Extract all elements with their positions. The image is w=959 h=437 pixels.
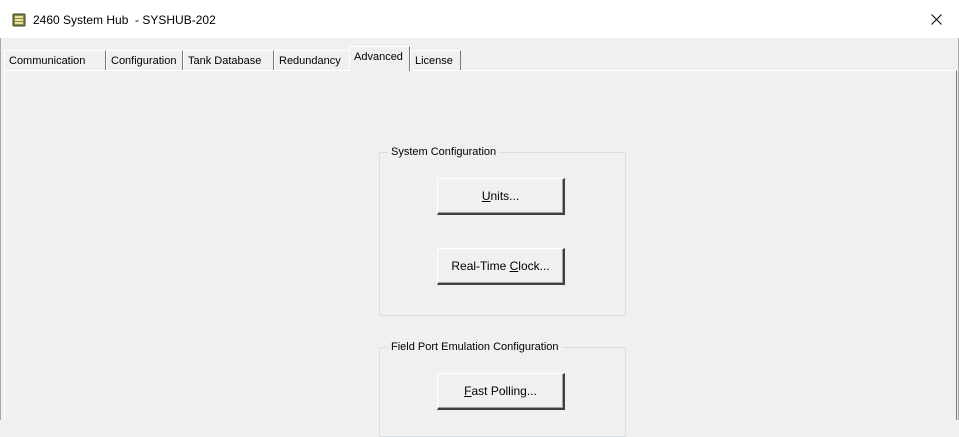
- app-database-icon: [12, 13, 26, 27]
- tab-tank-database[interactable]: Tank Database: [183, 50, 274, 70]
- label-prefix: Real-Time: [451, 259, 510, 273]
- tab-label: Redundancy: [279, 55, 341, 67]
- tab-license[interactable]: License: [410, 50, 461, 70]
- group-title: System Configuration: [388, 145, 500, 159]
- tab-communication[interactable]: Communication: [4, 50, 106, 70]
- group-field-port-emulation: Field Port Emulation Configuration Fast …: [379, 340, 626, 437]
- group-system-configuration: System Configuration Units... Real-Time …: [379, 145, 626, 316]
- close-icon: [930, 13, 942, 25]
- tab-advanced[interactable]: Advanced: [349, 46, 410, 71]
- tab-label: Communication: [9, 55, 86, 67]
- tab-strip: Communication Configuration Tank Databas…: [4, 46, 954, 71]
- tab-panel-advanced: System Configuration Units... Real-Time …: [4, 70, 957, 437]
- close-button[interactable]: [913, 0, 959, 38]
- window-title: 2460 System Hub - SYSHUB-202: [33, 13, 216, 27]
- tab-redundancy[interactable]: Redundancy: [274, 50, 350, 70]
- button-label: Fast Polling...: [464, 384, 537, 398]
- mnemonic: C: [509, 259, 519, 273]
- tab-label: License: [415, 55, 453, 67]
- fast-polling-button[interactable]: Fast Polling...: [437, 373, 565, 410]
- tab-configuration[interactable]: Configuration: [106, 50, 183, 70]
- tab-label: Tank Database: [188, 55, 262, 67]
- title-bar[interactable]: 2460 System Hub - SYSHUB-202: [0, 0, 959, 38]
- button-label: Real-Time Clock...: [451, 259, 549, 273]
- units-button[interactable]: Units...: [437, 178, 565, 215]
- real-time-clock-button[interactable]: Real-Time Clock...: [437, 248, 565, 285]
- button-label: Units...: [482, 189, 519, 203]
- label-rest: lock...: [518, 259, 550, 273]
- group-title: Field Port Emulation Configuration: [388, 340, 562, 354]
- tab-label: Configuration: [111, 55, 177, 67]
- window-border-left: [0, 0, 1, 420]
- label-rest: nits...: [490, 189, 520, 203]
- tab-label: Advanced: [354, 51, 403, 63]
- label-rest: ast Polling...: [471, 384, 537, 398]
